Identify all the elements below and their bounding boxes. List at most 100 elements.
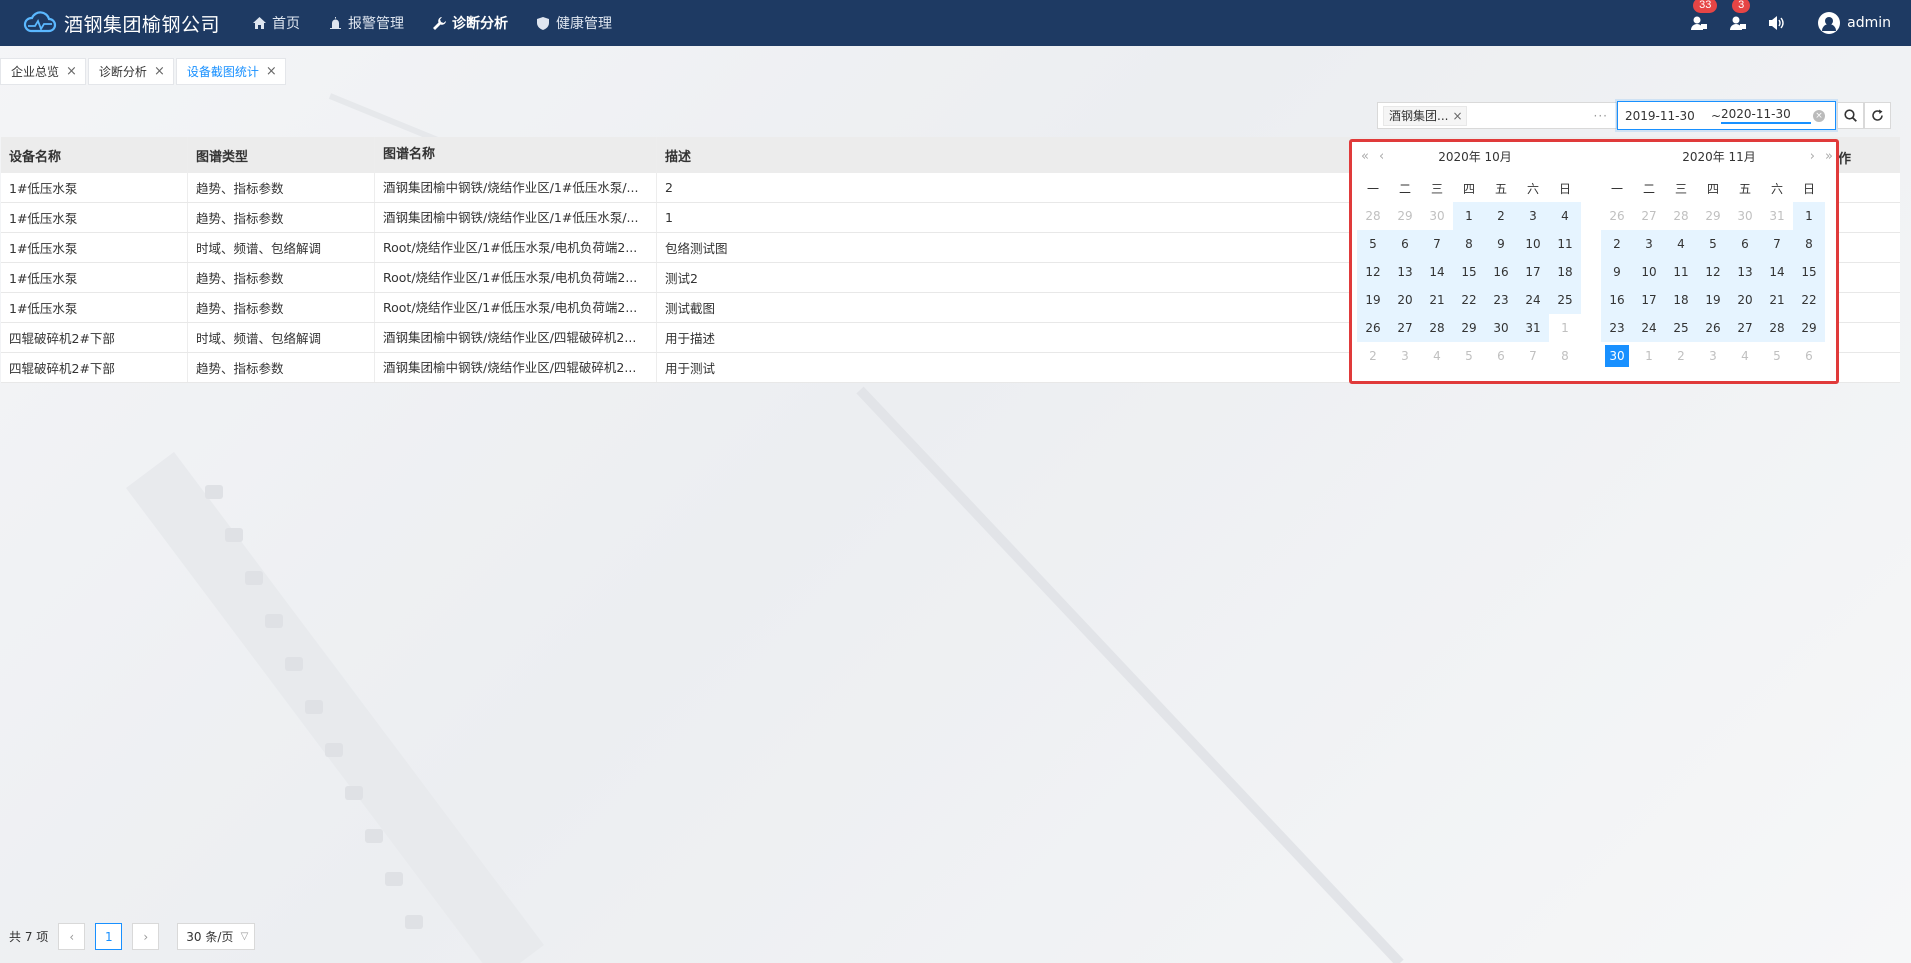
page-number[interactable]: 1 (95, 923, 123, 950)
calendar-day[interactable]: 29 (1697, 202, 1729, 230)
calendar-day[interactable]: 6 (1729, 230, 1761, 258)
calendar-day[interactable]: 22 (1793, 286, 1825, 314)
next-page-button[interactable]: › (132, 923, 160, 950)
calendar-day[interactable]: 9 (1601, 258, 1633, 286)
calendar-day[interactable]: 5 (1453, 342, 1485, 370)
calendar-day[interactable]: 28 (1357, 202, 1389, 230)
calendar-day[interactable]: 30 (1485, 314, 1517, 342)
calendar-day[interactable]: 24 (1517, 286, 1549, 314)
calendar-day[interactable]: 30 (1601, 342, 1633, 370)
calendar-day[interactable]: 7 (1761, 230, 1793, 258)
calendar-day[interactable]: 4 (1421, 342, 1453, 370)
prev-page-button[interactable]: ‹ (58, 923, 86, 950)
calendar-day[interactable]: 30 (1421, 202, 1453, 230)
calendar-day[interactable]: 1 (1793, 202, 1825, 230)
calendar-day[interactable]: 16 (1485, 258, 1517, 286)
calendar-day[interactable]: 16 (1601, 286, 1633, 314)
calendar-day[interactable]: 6 (1389, 230, 1421, 258)
date-range-picker[interactable]: 2019-11-30 ~ 2020-11-30 × (1617, 101, 1836, 130)
calendar-day[interactable]: 26 (1357, 314, 1389, 342)
calendar-day[interactable]: 4 (1665, 230, 1697, 258)
start-date-input[interactable]: 2019-11-30 (1625, 109, 1711, 123)
prev-month-icon[interactable]: ‹ (1379, 149, 1384, 164)
calendar-day[interactable]: 3 (1633, 230, 1665, 258)
calendar-day[interactable]: 2 (1485, 202, 1517, 230)
calendar-day[interactable]: 7 (1421, 230, 1453, 258)
nav-diagnosis[interactable]: 诊断分析 (432, 13, 508, 33)
close-icon[interactable]: × (66, 64, 77, 79)
more-icon[interactable]: ··· (1594, 109, 1608, 123)
close-icon[interactable]: × (266, 64, 277, 79)
calendar-day[interactable]: 26 (1697, 314, 1729, 342)
calendar-day[interactable]: 5 (1697, 230, 1729, 258)
calendar-day[interactable]: 31 (1761, 202, 1793, 230)
calendar-day[interactable]: 29 (1793, 314, 1825, 342)
calendar-day[interactable]: 5 (1357, 230, 1389, 258)
calendar-day[interactable]: 18 (1665, 286, 1697, 314)
calendar-day[interactable]: 27 (1633, 202, 1665, 230)
calendar-day[interactable]: 5 (1761, 342, 1793, 370)
end-date-input[interactable]: 2020-11-30 (1721, 107, 1811, 124)
calendar-day[interactable]: 30 (1729, 202, 1761, 230)
col-chart-type[interactable]: 图谱类型 (188, 137, 375, 173)
calendar-day[interactable]: 23 (1601, 314, 1633, 342)
calendar-day[interactable]: 22 (1453, 286, 1485, 314)
calendar-day[interactable]: 2 (1665, 342, 1697, 370)
close-icon[interactable]: × (154, 64, 165, 79)
calendar-day[interactable]: 26 (1601, 202, 1633, 230)
calendar-day[interactable]: 6 (1485, 342, 1517, 370)
calendar-day[interactable]: 25 (1549, 286, 1581, 314)
calendar-day[interactable]: 28 (1761, 314, 1793, 342)
calendar-day[interactable]: 8 (1453, 230, 1485, 258)
col-chart-name[interactable]: 图谱名称 (375, 137, 657, 173)
calendar-day[interactable]: 11 (1665, 258, 1697, 286)
calendar-day[interactable]: 28 (1421, 314, 1453, 342)
next-month-icon[interactable]: › (1810, 149, 1815, 164)
calendar-day[interactable]: 3 (1517, 202, 1549, 230)
calendar-day[interactable]: 18 (1549, 258, 1581, 286)
calendar-day[interactable]: 10 (1517, 230, 1549, 258)
refresh-button[interactable] (1864, 102, 1891, 129)
search-button[interactable] (1837, 102, 1864, 129)
nav-health[interactable]: 健康管理 (536, 13, 612, 33)
prev-year-icon[interactable]: « (1361, 149, 1369, 164)
calendar-day[interactable]: 3 (1697, 342, 1729, 370)
calendar-day[interactable]: 23 (1485, 286, 1517, 314)
tab-diagnosis[interactable]: 诊断分析 × (87, 58, 174, 85)
calendar-day[interactable]: 9 (1485, 230, 1517, 258)
calendar-day[interactable]: 10 (1633, 258, 1665, 286)
calendar-day[interactable]: 4 (1549, 202, 1581, 230)
messages-button[interactable]: 33 (1688, 0, 1718, 34)
calendar-day[interactable]: 31 (1517, 314, 1549, 342)
calendar-day[interactable]: 8 (1549, 342, 1581, 370)
calendar-day[interactable]: 1 (1633, 342, 1665, 370)
calendar-day[interactable]: 14 (1761, 258, 1793, 286)
calendar-day[interactable]: 21 (1761, 286, 1793, 314)
calendar-day[interactable]: 11 (1549, 230, 1581, 258)
device-tree-select[interactable]: 酒钢集团... × ··· (1377, 102, 1617, 129)
calendar-day[interactable]: 12 (1697, 258, 1729, 286)
brand[interactable]: 酒钢集团榆钢公司 (22, 9, 250, 37)
calendar-day[interactable]: 20 (1729, 286, 1761, 314)
tab-device-screenshot-stats[interactable]: 设备截图统计 × (175, 58, 286, 85)
calendar-day[interactable]: 13 (1389, 258, 1421, 286)
calendar-day[interactable]: 2 (1357, 342, 1389, 370)
next-year-icon[interactable]: » (1825, 149, 1833, 164)
calendar-day[interactable]: 25 (1665, 314, 1697, 342)
calendar-day[interactable]: 8 (1793, 230, 1825, 258)
calendar-day[interactable]: 19 (1357, 286, 1389, 314)
alerts-button[interactable]: 3 (1727, 0, 1751, 34)
calendar-day[interactable]: 27 (1389, 314, 1421, 342)
calendar-day[interactable]: 17 (1517, 258, 1549, 286)
calendar-day[interactable]: 17 (1633, 286, 1665, 314)
calendar-day[interactable]: 28 (1665, 202, 1697, 230)
clear-icon[interactable]: × (1813, 109, 1825, 122)
col-description[interactable]: 描述 (657, 146, 1357, 165)
calendar-day[interactable]: 29 (1453, 314, 1485, 342)
nav-alarm[interactable]: 报警管理 (328, 13, 404, 33)
calendar-day[interactable]: 6 (1793, 342, 1825, 370)
user-menu[interactable]: admin (1818, 12, 1891, 34)
nav-home[interactable]: 首页 (252, 13, 300, 33)
tab-enterprise-overview[interactable]: 企业总览 × (0, 58, 86, 85)
tag-close-icon[interactable]: × (1452, 109, 1462, 123)
